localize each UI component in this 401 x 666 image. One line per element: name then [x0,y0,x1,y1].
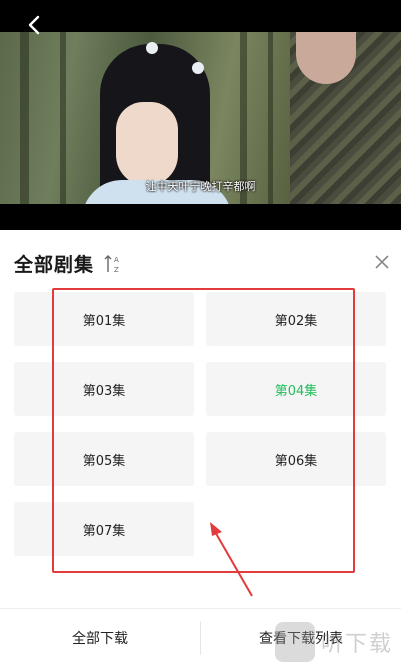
video-frame: 让中天叶宁晚打辛都啊 [0,32,401,204]
back-chevron-icon[interactable] [24,14,46,36]
episode-item-04[interactable]: 第04集 [206,362,386,416]
panel-title: 全部剧集 [14,254,95,276]
sort-az-icon[interactable]: A Z [104,254,122,274]
svg-text:Z: Z [114,266,119,274]
watermark-logo-icon [274,622,315,662]
episode-item-02[interactable]: 第02集 [206,292,386,346]
svg-text:A: A [114,256,119,264]
episode-item-01[interactable]: 第01集 [14,292,194,346]
watermark-text: 听下载 [320,632,393,657]
annotation-arrow-icon [210,522,253,597]
episode-item-03[interactable]: 第03集 [14,362,194,416]
episode-item-06[interactable]: 第06集 [206,432,386,486]
download-all-button[interactable]: 全部下载 [0,609,200,666]
watermark: 听下载 [274,622,393,662]
episode-item-07[interactable]: 第07集 [14,502,194,556]
close-icon[interactable] [374,254,390,270]
video-player[interactable]: 让中天叶宁晚打辛都啊 [0,0,401,230]
episode-panel-header: 全部剧集 A Z [14,248,390,278]
video-subtitle: 让中天叶宁晚打辛都啊 [145,180,256,193]
episode-item-05[interactable]: 第05集 [14,432,194,486]
